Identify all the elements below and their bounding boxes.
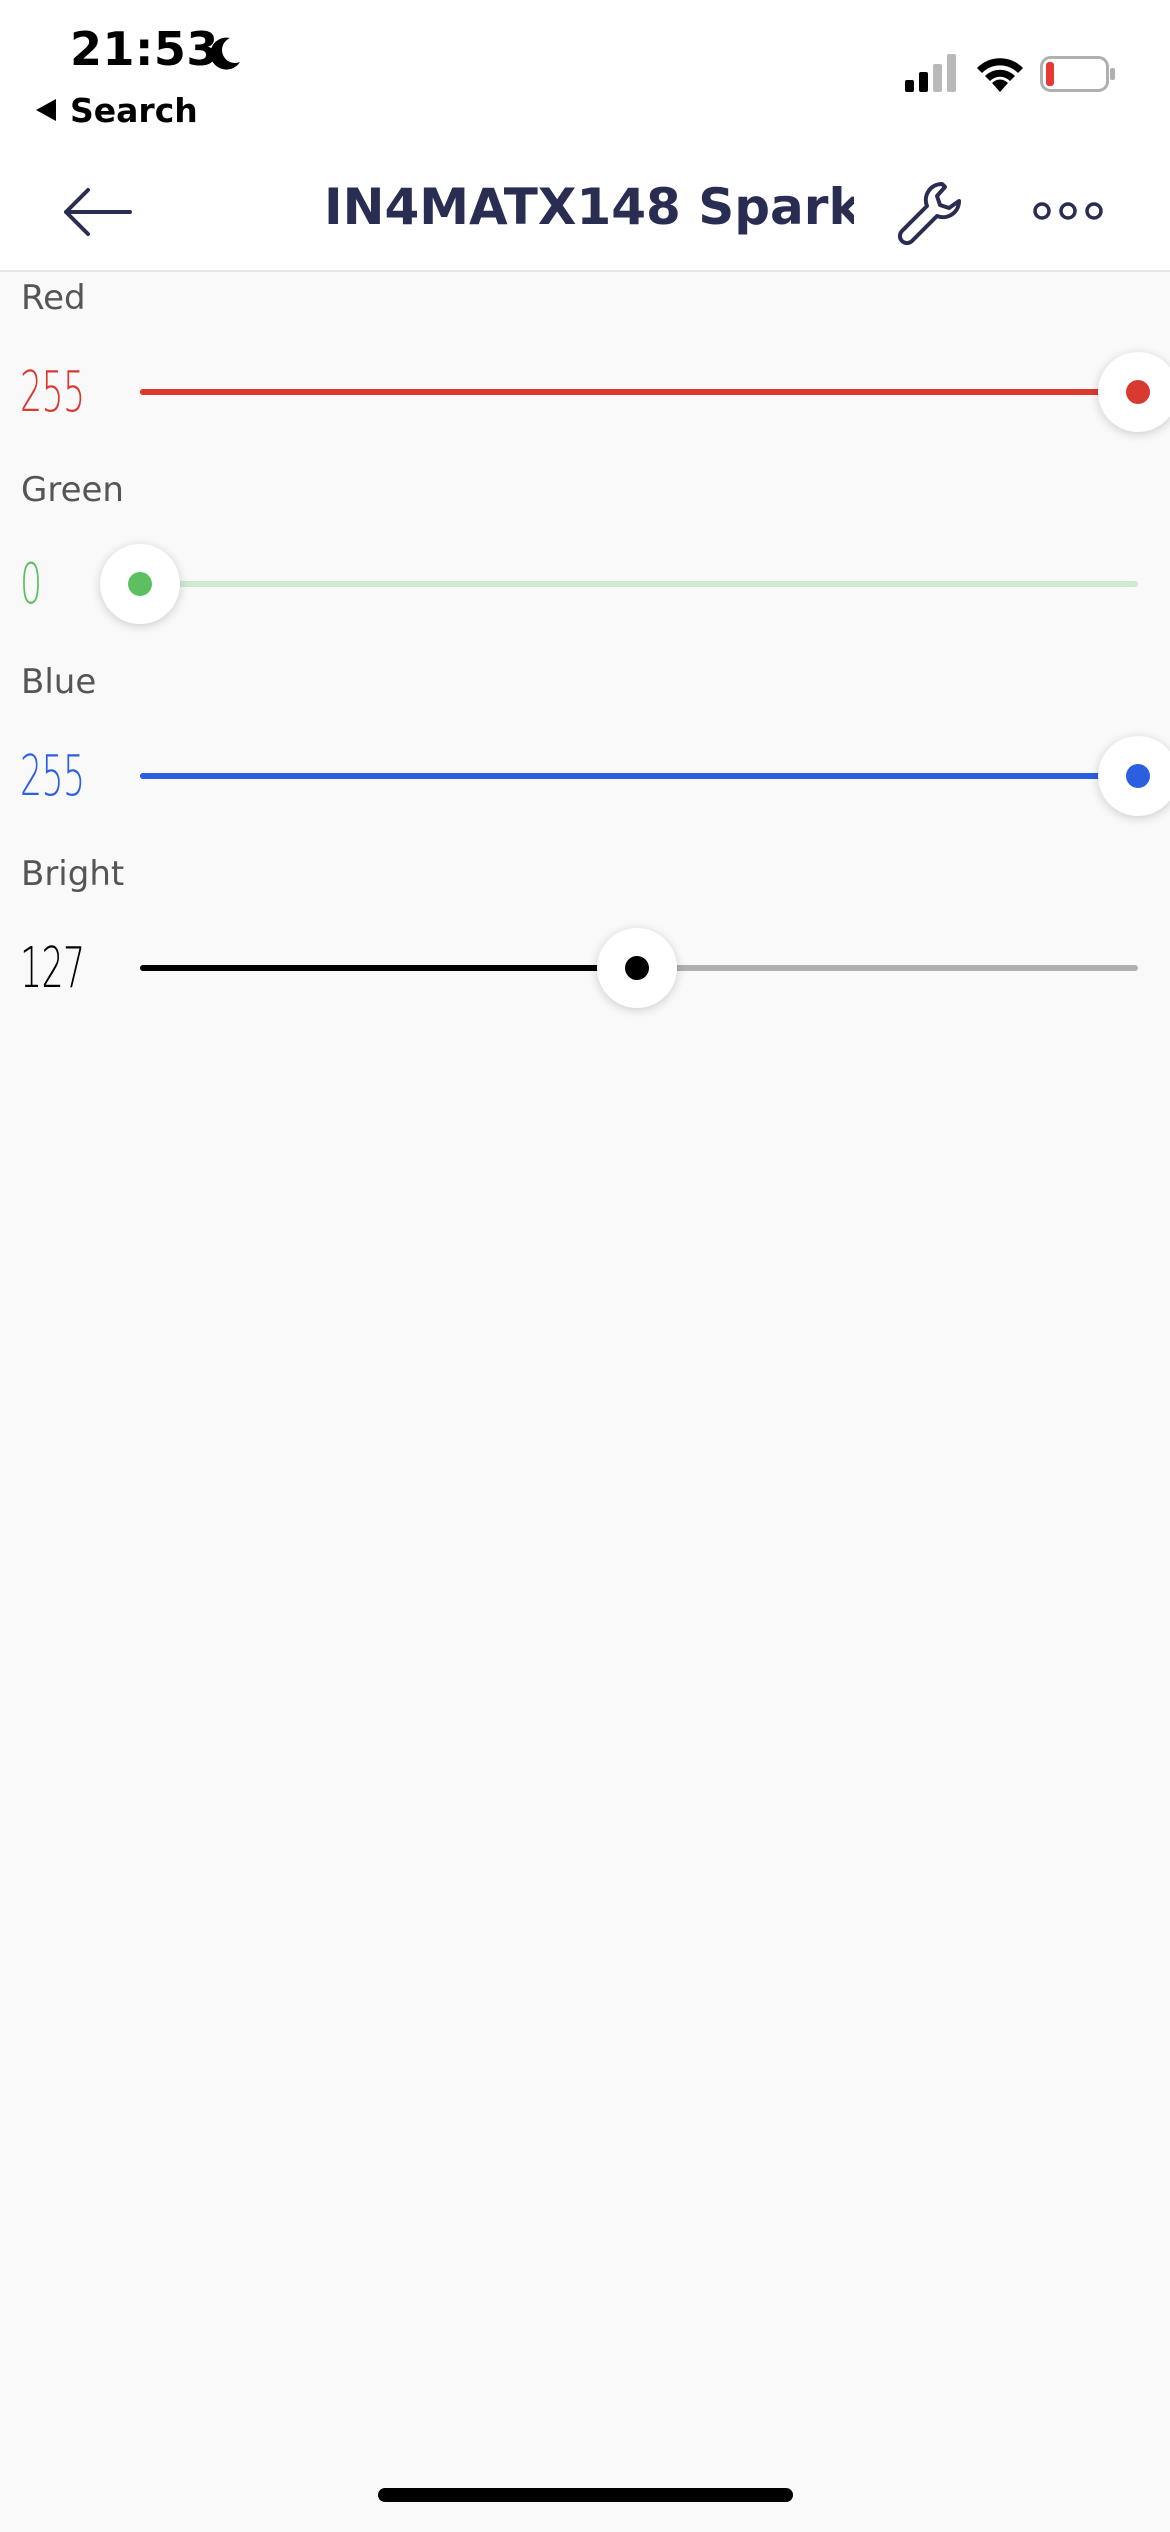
slider-fill: [140, 965, 637, 971]
slider-fill: [140, 773, 1138, 779]
slider-thumb[interactable]: [1098, 352, 1170, 432]
arrow-left-icon[interactable]: [58, 182, 138, 242]
battery-icon: [1040, 56, 1115, 92]
more-icon[interactable]: [1032, 194, 1104, 228]
slider-label-bright: Bright: [21, 854, 125, 894]
slider-label-blue: Blue: [21, 662, 97, 702]
blue-slider-group: Blue 255: [0, 662, 1170, 854]
status-bar: 21:53 Search: [0, 0, 1170, 150]
slider-fill: [140, 389, 1138, 395]
signal-icon: [905, 54, 956, 92]
back-to-search-label: Search: [70, 90, 198, 130]
slider-value-green: 0: [20, 552, 42, 617]
home-indicator: [378, 2488, 793, 2502]
bright-slider-group: Bright 127: [0, 854, 1170, 1046]
moon-icon: [210, 37, 240, 70]
slider-thumb[interactable]: [100, 544, 180, 624]
slider-label-red: Red: [21, 278, 86, 318]
nav-bar: IN4MATX148 Spark...: [0, 150, 1170, 272]
back-to-search-link[interactable]: Search: [36, 90, 198, 130]
bright-slider[interactable]: [140, 928, 1138, 1008]
slider-thumb-dot: [1126, 380, 1150, 404]
slider-thumb-dot: [128, 572, 152, 596]
green-slider[interactable]: [100, 544, 1138, 624]
back-triangle-icon: [36, 99, 56, 121]
slider-label-green: Green: [21, 470, 124, 510]
green-slider-group: Green 0: [0, 470, 1170, 662]
blue-slider[interactable]: [140, 736, 1170, 816]
page-title: IN4MATX148 Spark...: [324, 178, 854, 236]
red-slider[interactable]: [140, 352, 1170, 432]
slider-value-red: 255: [20, 360, 85, 425]
slider-thumb[interactable]: [1098, 736, 1170, 816]
slider-thumb[interactable]: [597, 928, 677, 1008]
wifi-icon: [977, 58, 1023, 92]
slider-thumb-dot: [1126, 764, 1150, 788]
wrench-icon[interactable]: [896, 178, 968, 250]
slider-value-blue: 255: [20, 744, 85, 809]
slider-thumb-dot: [625, 956, 649, 980]
red-slider-group: Red 255: [0, 278, 1170, 470]
status-time: 21:53: [70, 22, 219, 76]
slider-value-bright: 127: [20, 936, 85, 1001]
